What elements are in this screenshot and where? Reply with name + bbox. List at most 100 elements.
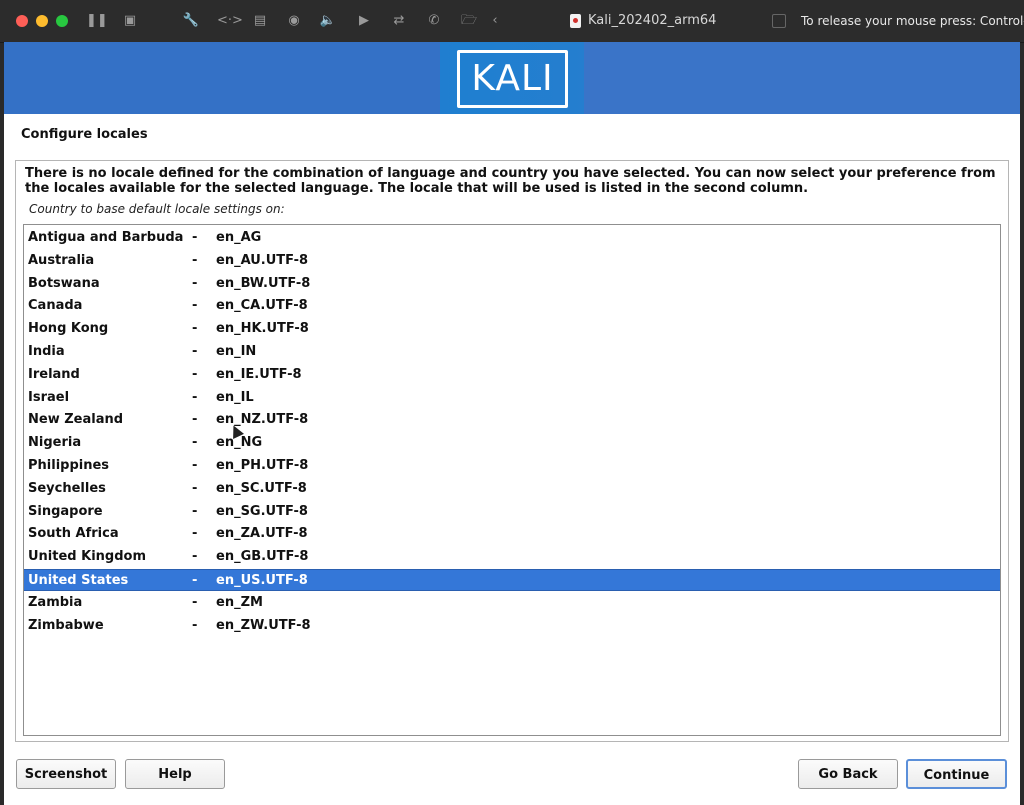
column-separator: - [192, 389, 198, 405]
column-separator: - [192, 573, 198, 588]
country-name: Ireland [28, 366, 80, 382]
locale-listbox[interactable]: Antigua and Barbuda - en_AG Australia - en_AU… [23, 224, 1001, 736]
help-button[interactable]: Help [125, 759, 225, 789]
continue-button[interactable]: Continue [906, 759, 1007, 789]
banner-left-panel [4, 42, 440, 114]
kali-logo: KALI [457, 50, 568, 108]
vm-window-title: Kali_202402_arm64 [588, 13, 717, 28]
locale-code: en_IL [216, 389, 254, 405]
locale-row[interactable]: Hong Kong - en_HK.UTF-8 [24, 318, 1000, 340]
close-window-button[interactable] [16, 15, 28, 27]
locale-row[interactable]: United Kingdom - en_GB.UTF-8 [24, 546, 1000, 568]
locale-row[interactable]: Philippines - en_PH.UTF-8 [24, 455, 1000, 477]
column-separator: - [192, 366, 198, 382]
column-separator: - [192, 549, 198, 565]
phone-icon[interactable]: ✆ [425, 12, 443, 30]
locale-row-selected[interactable]: United States - en_US.UTF-8 [24, 569, 1000, 591]
wrench-icon[interactable]: 🔧 [182, 12, 200, 30]
column-separator: - [192, 344, 198, 359]
country-name: Australia [28, 252, 95, 268]
country-name: Botswana [28, 275, 100, 291]
column-separator: - [192, 458, 198, 473]
country-name: New Zealand [28, 412, 124, 428]
column-separator: - [192, 298, 198, 314]
locale-row[interactable]: Botswana - en_BW.UTF-8 [24, 273, 1000, 295]
shared-folder-icon[interactable]: 🗁 [460, 12, 478, 30]
locale-code: en_SC.UTF-8 [216, 480, 307, 496]
vm-titlebar: ❚❚ ▣ 🔧 <·> ▤ ◉ 🔈 ▶ ⇄ ✆ 🗁 ‹ Kali_202402_a… [0, 0, 1024, 43]
column-separator: - [192, 412, 198, 428]
screenshot-button[interactable]: Screenshot [16, 759, 116, 789]
country-name: Seychelles [28, 480, 106, 496]
column-separator: - [192, 275, 198, 291]
locale-row[interactable]: Zambia - en_ZM [24, 592, 1000, 614]
locale-row[interactable]: Nigeria - en_NG [24, 432, 1000, 454]
country-name: Zambia [28, 594, 83, 610]
column-separator: - [192, 594, 198, 610]
column-separator: - [192, 526, 198, 542]
code-icon[interactable]: <·> [217, 12, 243, 30]
sound-icon[interactable]: 🔈 [319, 12, 337, 30]
locale-code: en_PH.UTF-8 [216, 458, 309, 473]
country-name: Singapore [28, 503, 103, 519]
country-name: Antigua and Barbuda [28, 230, 184, 245]
column-separator: - [192, 230, 198, 245]
locale-code: en_GB.UTF-8 [216, 549, 309, 565]
locale-code: en_CA.UTF-8 [216, 298, 308, 314]
locale-code: en_AG [216, 230, 262, 245]
chevron-left-icon[interactable]: ‹ [486, 12, 504, 30]
pause-icon[interactable]: ❚❚ [86, 12, 108, 30]
country-name: Nigeria [28, 435, 82, 451]
minimize-window-button[interactable] [36, 15, 48, 27]
column-separator: - [192, 503, 198, 519]
locale-row[interactable]: Australia - en_AU.UTF-8 [24, 250, 1000, 272]
locale-code: en_ZM [216, 594, 263, 610]
locale-row[interactable]: Antigua and Barbuda - en_AG [24, 227, 1000, 249]
locale-row[interactable]: Zimbabwe - en_ZW.UTF-8 [24, 615, 1000, 637]
locale-code: en_SG.UTF-8 [216, 503, 308, 519]
locale-row[interactable]: New Zealand - en_NZ.UTF-8 [24, 409, 1000, 431]
usb-icon[interactable]: ⇄ [390, 12, 408, 30]
locale-code: en_ZA.UTF-8 [216, 526, 308, 542]
zoom-window-button[interactable] [56, 15, 68, 27]
locale-code: en_ZW.UTF-8 [216, 617, 311, 633]
country-name: United States [28, 573, 129, 588]
kali-banner: KALI [4, 42, 1020, 114]
country-name: Canada [28, 298, 83, 314]
description-text: There is no locale defined for the combi… [25, 166, 996, 196]
locale-row[interactable]: South Africa - en_ZA.UTF-8 [24, 523, 1000, 545]
snapshot-icon[interactable]: ▣ [121, 12, 139, 30]
country-name: United Kingdom [28, 549, 147, 565]
country-name: Israel [28, 389, 70, 405]
locale-row[interactable]: Ireland - en_IE.UTF-8 [24, 364, 1000, 386]
locale-code: en_IN [216, 344, 257, 359]
locale-row[interactable]: Israel - en_IL [24, 387, 1000, 409]
locale-row[interactable]: India - en_IN [24, 341, 1000, 363]
country-name: South Africa [28, 526, 119, 542]
installer-window: KALI Configure locales There is no local… [4, 42, 1020, 805]
locale-code: en_AU.UTF-8 [216, 252, 309, 268]
copy-icon[interactable] [772, 14, 786, 28]
vm-file-icon [570, 14, 581, 28]
country-name: Philippines [28, 458, 110, 473]
country-name: Zimbabwe [28, 617, 104, 633]
page-title: Configure locales [21, 127, 148, 142]
release-mouse-hint: To release your mouse press: Control-⌘ [801, 14, 1024, 28]
locale-code: en_US.UTF-8 [216, 573, 308, 588]
country-name: India [28, 344, 65, 359]
locale-row[interactable]: Seychelles - en_SC.UTF-8 [24, 478, 1000, 500]
go-back-button[interactable]: Go Back [798, 759, 898, 789]
video-icon[interactable]: ▶ [355, 12, 373, 30]
locale-code: en_IE.UTF-8 [216, 366, 302, 382]
column-separator: - [192, 480, 198, 496]
locale-code: en_HK.UTF-8 [216, 321, 309, 337]
drive-icon[interactable]: ▤ [251, 12, 269, 30]
locale-row[interactable]: Canada - en_CA.UTF-8 [24, 295, 1000, 317]
content-panel: There is no locale defined for the combi… [15, 160, 1009, 742]
locale-code: en_BW.UTF-8 [216, 275, 311, 291]
banner-right-panel [584, 42, 1020, 114]
camera-icon[interactable]: ◉ [285, 12, 303, 30]
column-separator: - [192, 321, 198, 337]
column-separator: - [192, 435, 198, 451]
locale-row[interactable]: Singapore - en_SG.UTF-8 [24, 501, 1000, 523]
